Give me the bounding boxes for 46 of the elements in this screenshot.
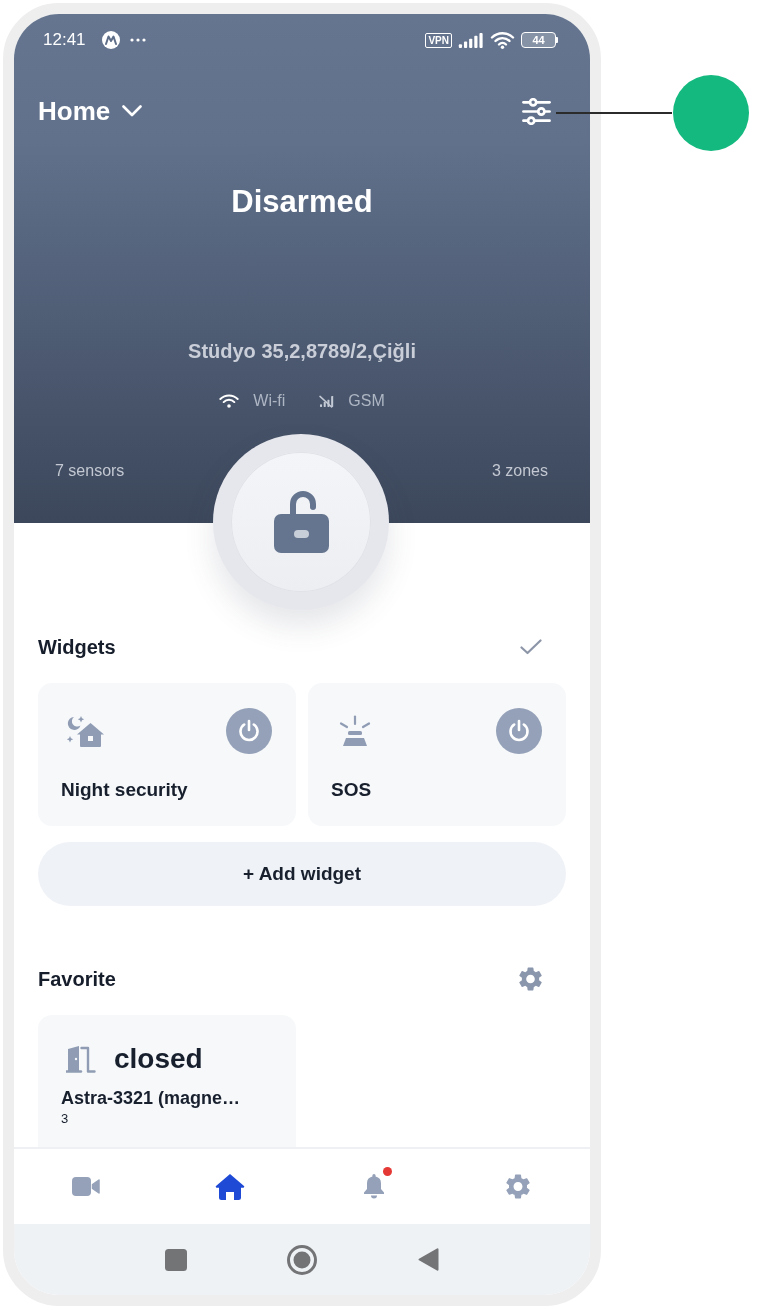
filter-button[interactable]	[522, 97, 551, 125]
sliders-icon	[522, 97, 551, 125]
square-icon	[165, 1248, 187, 1271]
more-dots-icon	[129, 38, 146, 42]
widget-label: SOS	[331, 778, 373, 802]
signal-icon	[458, 32, 484, 48]
power-icon	[237, 719, 261, 743]
sensor-count: 7 sensors	[55, 461, 125, 481]
widget-card[interactable]: Night security	[38, 683, 296, 826]
bell-icon	[363, 1174, 385, 1199]
ring-icon	[287, 1244, 317, 1275]
sensor-number: 3	[61, 1111, 70, 1127]
widget-label: Night security	[61, 778, 189, 802]
chevron-down-icon	[122, 105, 143, 117]
address-text: Stüdyo 35,2,8789/2,Çiğli	[187, 339, 417, 364]
open-padlock-icon	[273, 491, 329, 553]
section-title: Widgets	[38, 635, 116, 660]
zone-count: 3 zones	[491, 461, 548, 481]
favorite-card[interactable]: closed Astra-3321 (magne… 3	[38, 1015, 296, 1147]
door-icon	[66, 1045, 96, 1073]
power-button[interactable]	[496, 708, 542, 754]
settings-icon	[506, 1174, 530, 1199]
sensor-state: closed	[114, 1042, 203, 1076]
status-time: 12:41	[43, 30, 86, 50]
no-signal-icon	[319, 394, 335, 408]
home-icon	[215, 1173, 245, 1200]
check-icon[interactable]	[520, 639, 542, 655]
wifi-icon	[219, 394, 240, 408]
video-camera-icon	[72, 1177, 100, 1196]
sensor-name: Astra-3321 (magne…	[61, 1087, 242, 1109]
widget-card[interactable]: SOS	[308, 683, 566, 826]
night-house-icon	[65, 715, 105, 747]
connection-label: Wi-fi	[253, 391, 286, 411]
back-icon	[417, 1247, 439, 1272]
battery-indicator: 44	[521, 32, 558, 48]
power-button[interactable]	[226, 708, 272, 754]
wifi-icon	[490, 31, 515, 49]
add-widget-button[interactable]: + Add widget	[38, 842, 566, 906]
vpn-indicator: VPN	[425, 32, 452, 48]
alarm-status: Disarmed	[230, 183, 374, 221]
connection-label: GSM	[348, 391, 385, 411]
power-icon	[507, 719, 531, 743]
home-selector[interactable]: Home	[38, 95, 143, 127]
logo-icon	[101, 31, 120, 49]
settings-icon[interactable]	[519, 967, 542, 991]
section-title: Favorite	[38, 967, 116, 992]
